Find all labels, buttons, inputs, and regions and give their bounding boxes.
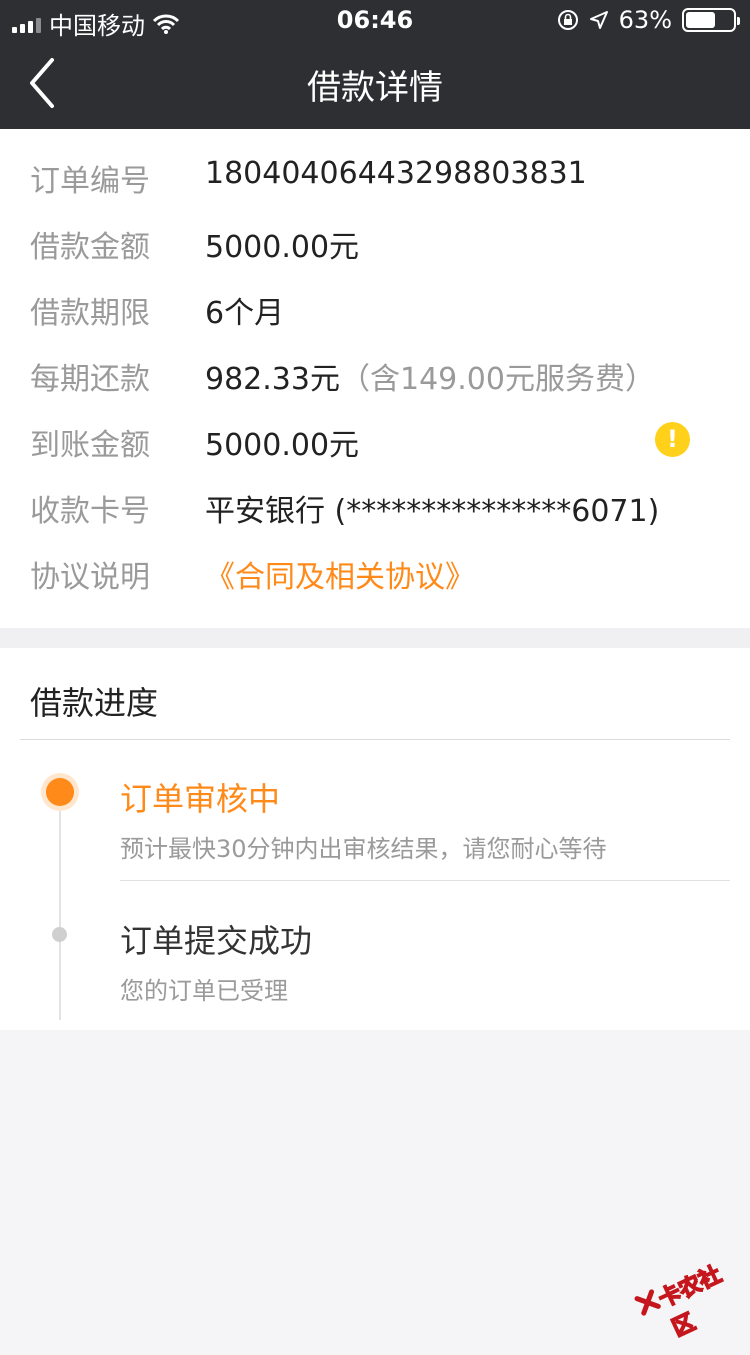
loan-term-value: 6个月 [205,296,285,331]
location-icon [589,11,608,29]
detail-row-installment: 每期还款 982.33元（含149.00元服务费） [0,342,750,408]
top-bar: 中国移动 06:46 63% 借款详情 [0,0,750,129]
detail-label: 每期还款 [30,362,150,397]
timeline-line [59,792,61,1020]
service-fee-note: （含149.00元服务费） [339,362,655,397]
detail-label: 借款期限 [30,296,150,331]
section-divider [0,628,750,648]
page-title: 借款详情 [307,68,443,108]
detail-row-agreement: 协议说明 《合同及相关协议》 [0,540,750,606]
progress-title: 借款进度 [30,684,159,722]
detail-row-loan-amount: 借款金额 5000.00元 [0,210,750,276]
detail-row-loan-term: 借款期限 6个月 [0,276,750,342]
detail-label: 订单编号 [30,164,150,199]
step-divider [120,880,730,881]
installment-value-wrap: 982.33元（含149.00元服务费） [205,354,655,398]
status-right: 63% [557,6,740,34]
warning-icon[interactable]: ! [655,422,690,457]
loan-details-card: 订单编号 18040406443298803831 借款金额 5000.00元 … [0,129,750,628]
loan-amount-value: 5000.00元 [205,230,360,265]
rotation-lock-icon [557,10,578,30]
order-number-value: 18040406443298803831 [205,156,587,191]
loan-progress-card: 借款进度 订单审核中 预计最快30分钟内出审核结果，请您耐心等待 订单提交成功 … [0,648,750,1030]
detail-row-received-amount: 到账金额 5000.00元 [0,408,750,474]
detail-label: 到账金额 [30,428,150,463]
battery-percent: 63% [618,6,672,34]
detail-label: 协议说明 [30,560,150,595]
step-desc-reviewing: 预计最快30分钟内出审核结果，请您耐心等待 [120,835,607,863]
detail-row-order-number: 订单编号 18040406443298803831 [0,144,750,210]
installment-value: 982.33元 [205,362,340,397]
battery-fill [686,12,715,28]
timeline-dot-active [46,778,74,806]
detail-row-bank-card: 收款卡号 平安银行 (***************6071) [0,474,750,540]
detail-label: 借款金额 [30,230,150,265]
detail-label: 收款卡号 [30,494,150,529]
agreement-link[interactable]: 《合同及相关协议》 [205,552,475,596]
timeline-dot [52,927,67,942]
status-bar: 中国移动 06:46 63% [0,0,750,40]
watermark-logo: 卡农社区 [620,1236,745,1343]
progress-divider [20,739,730,740]
step-desc-submitted: 您的订单已受理 [120,977,288,1005]
battery-icon [682,8,740,32]
received-amount-value: 5000.00元 [205,428,360,463]
bank-card-value: 平安银行 (***************6071) [205,494,660,529]
step-title-submitted: 订单提交成功 [120,922,313,960]
nav-bar: 借款详情 [0,40,750,129]
step-title-reviewing: 订单审核中 [120,780,281,818]
watermark-text: 卡农社区 [654,1262,726,1343]
